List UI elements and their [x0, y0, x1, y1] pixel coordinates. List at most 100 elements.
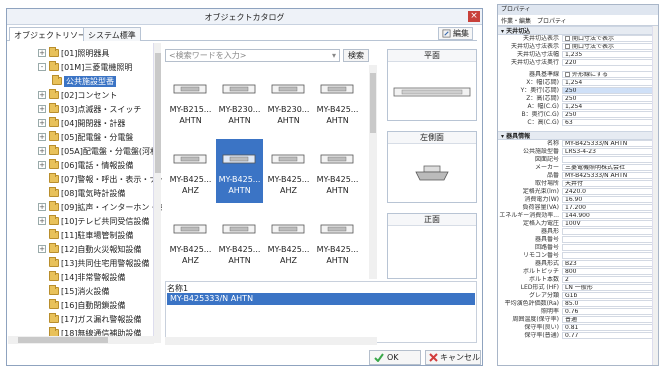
chevron-down-icon[interactable]: ▾	[332, 51, 336, 60]
section-fixture-info[interactable]: ▾ 器具情報	[498, 131, 658, 140]
tree-item[interactable]: + [05A]配電盤・分電盤(河村	[38, 145, 158, 157]
tree-item[interactable]: [07]警報・呼出・表示・ナー	[38, 173, 162, 185]
property-value[interactable]: 天井付	[562, 180, 658, 187]
property-value[interactable]: 100V	[562, 220, 658, 227]
property-value[interactable]: 800	[562, 268, 658, 275]
tree-vertical-scrollbar[interactable]	[153, 43, 161, 343]
property-value[interactable]: 1,254	[562, 103, 658, 110]
property-value[interactable]: LN 一般形	[562, 284, 658, 291]
property-scrollbar[interactable]	[652, 26, 658, 365]
property-value[interactable]: 開口寸法で表示	[562, 43, 658, 50]
property-value[interactable]	[562, 252, 658, 259]
catalog-item[interactable]: MY-B425... AHZ	[167, 139, 214, 203]
grid-vertical-scrollbar[interactable]	[369, 65, 377, 279]
tree-item[interactable]: [15]消火設備	[38, 285, 109, 297]
property-value[interactable]: 250	[562, 87, 658, 94]
property-value[interactable]: 2	[562, 276, 658, 283]
tab-work-edit[interactable]: 作業・編集	[501, 16, 531, 25]
collapse-icon[interactable]: -	[38, 63, 46, 71]
tree-item[interactable]: - [01M]三菱電機照明	[38, 61, 132, 73]
property-value[interactable]: 1,254	[562, 79, 658, 86]
property-value[interactable]: 220	[562, 59, 658, 66]
tab-property[interactable]: プロパティ	[537, 16, 567, 25]
tree-hscroll-thumb[interactable]	[18, 337, 108, 343]
ok-button[interactable]: OK	[369, 350, 421, 365]
property-value[interactable]	[562, 228, 658, 235]
search-input[interactable]: <検索ワードを入力> ▾	[165, 49, 340, 62]
tree-item[interactable]: + [01]照明器具	[38, 47, 109, 59]
tree-item[interactable]: + [04]開閉器・計器	[38, 117, 125, 129]
property-value[interactable]: 1,235	[562, 51, 658, 58]
catalog-item[interactable]: MY-B425... AHTN	[216, 209, 263, 273]
cancel-button[interactable]: キャンセル	[425, 350, 481, 365]
tree-horizontal-scrollbar[interactable]	[8, 336, 154, 344]
expand-icon[interactable]: +	[38, 49, 46, 57]
property-value[interactable]: 250	[562, 111, 658, 118]
tree-item[interactable]: + [10]テレビ共同受信設備	[38, 215, 149, 227]
expand-icon[interactable]: +	[38, 217, 46, 225]
checkbox[interactable]	[565, 44, 570, 49]
property-value[interactable]: 250	[562, 95, 658, 102]
checkbox[interactable]	[565, 36, 570, 41]
tab-system-standard[interactable]: システム標準	[83, 27, 141, 41]
expand-icon[interactable]: +	[38, 105, 46, 113]
catalog-item[interactable]: MY-B425... AHTN	[314, 139, 361, 203]
checkbox[interactable]	[565, 72, 570, 77]
property-value[interactable]: 0.81	[562, 324, 658, 331]
expand-icon[interactable]: +	[38, 203, 46, 211]
grid-scroll-thumb[interactable]	[370, 73, 376, 133]
property-value[interactable]: MY-B425333/N AHTN	[562, 172, 658, 179]
tree-item[interactable]: [17]ガス漏れ警報設備	[38, 313, 141, 325]
property-value[interactable]: 85.0	[562, 300, 658, 307]
property-value[interactable]	[562, 244, 658, 251]
catalog-item[interactable]: MY-B230... AHTN	[216, 69, 263, 133]
expand-icon[interactable]: +	[38, 161, 46, 169]
catalog-item[interactable]: MY-B425... AHTN	[314, 209, 361, 273]
property-value[interactable]: MY-B425333/N AHTN	[562, 140, 658, 147]
tree-item[interactable]: [08]電気時計設備	[38, 187, 125, 199]
property-value[interactable]: 外形線にする	[562, 71, 658, 78]
property-value[interactable]: 開口寸法で表示	[562, 35, 658, 42]
property-value[interactable]: 144.900	[562, 212, 658, 219]
name-list-item[interactable]: MY-B425333/N AHTN	[167, 293, 475, 305]
property-value[interactable]	[562, 236, 658, 243]
catalog-item[interactable]: MY-B425... AHTN	[314, 69, 361, 133]
tree-item[interactable]: + [05]配電盤・分電盤	[38, 131, 133, 143]
property-value[interactable]: 0.76	[562, 308, 658, 315]
tree-item[interactable]: [11]駐車場管制設備	[38, 229, 133, 241]
expand-icon[interactable]: +	[38, 91, 46, 99]
expand-icon[interactable]: +	[38, 133, 46, 141]
catalog-item[interactable]: MY-B425... AHTN	[216, 139, 263, 203]
property-value[interactable]: G1b	[562, 292, 658, 299]
tree-item[interactable]: + [06]電話・情報設備	[38, 159, 133, 171]
section-ceiling-cutout[interactable]: ▾ 天井切込	[498, 26, 658, 35]
catalog-item[interactable]: MY-B230... AHTN	[265, 69, 312, 133]
property-value[interactable]	[562, 156, 658, 163]
edit-button[interactable]: 編集	[438, 27, 473, 40]
tree-item[interactable]: 公共施設型番	[52, 75, 116, 87]
expand-icon[interactable]: +	[38, 147, 46, 155]
tree-item[interactable]: [14]非常警報設備	[38, 271, 125, 283]
search-button[interactable]: 検索	[343, 49, 369, 62]
tree-item[interactable]: + [02]コンセント	[38, 89, 117, 101]
property-value[interactable]: 17.200	[562, 204, 658, 211]
expand-icon[interactable]: +	[38, 245, 46, 253]
tree-item[interactable]: + [09]拡声・インターホン・映像	[38, 201, 162, 213]
grid-horizontal-scrollbar[interactable]	[165, 337, 377, 345]
catalog-item[interactable]: MY-B425... AHZ	[265, 139, 312, 203]
property-value[interactable]: 三菱電機照明株式会社	[562, 164, 658, 171]
property-value[interactable]: 16.90	[562, 196, 658, 203]
tree-item[interactable]: + [03]点滅器・スイッチ	[38, 103, 141, 115]
expand-icon[interactable]: +	[38, 119, 46, 127]
property-value[interactable]: 63	[562, 119, 658, 126]
tree-item[interactable]: [13]共同住宅用警報設備	[38, 257, 149, 269]
catalog-item[interactable]: MY-B425... AHZ	[265, 209, 312, 273]
close-icon[interactable]: ×	[468, 11, 480, 22]
property-value[interactable]: 0.77	[562, 332, 658, 339]
property-value[interactable]: B23	[562, 260, 658, 267]
tree-item[interactable]: [16]自動閉鎖設備	[38, 299, 125, 311]
catalog-item[interactable]: MY-B215... AHTN	[167, 69, 214, 133]
catalog-item[interactable]: MY-B425... AHZ	[167, 209, 214, 273]
property-value[interactable]: 普通	[562, 316, 658, 323]
property-value[interactable]: LRS3-4-23	[562, 148, 658, 155]
